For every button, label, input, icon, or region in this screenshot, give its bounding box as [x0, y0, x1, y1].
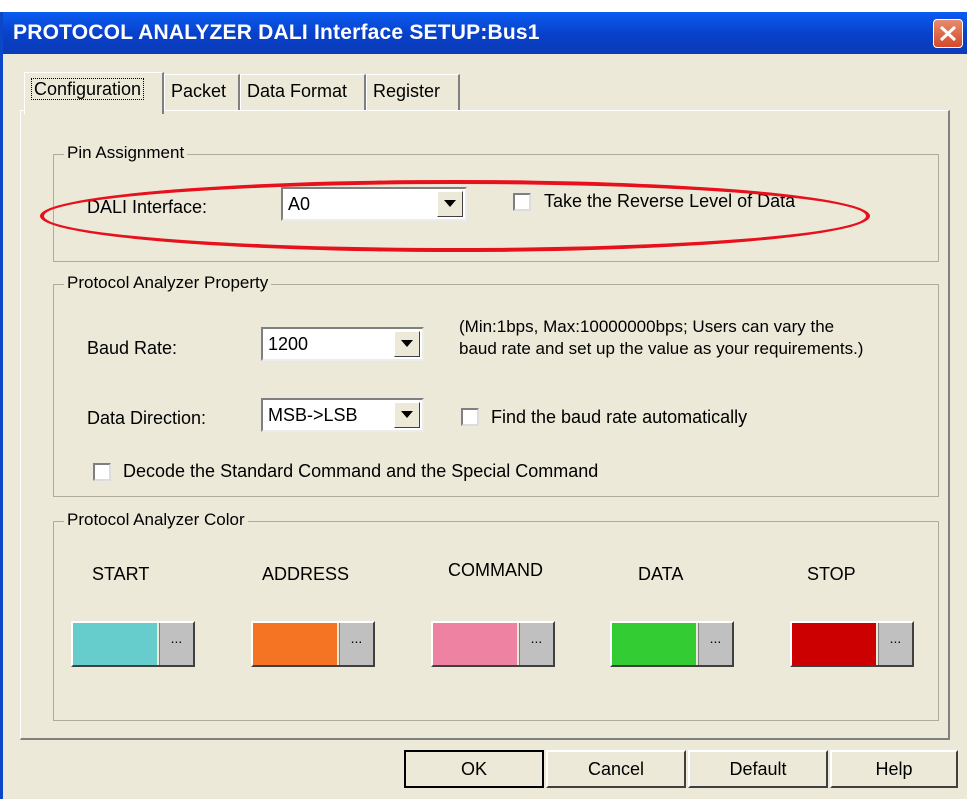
ok-button[interactable]: OK: [404, 750, 544, 788]
baud-rate-value: 1200: [268, 334, 309, 354]
tab-configuration[interactable]: Configuration: [24, 72, 164, 114]
color-label-stop: STOP: [807, 564, 856, 584]
data-direction-label: Data Direction:: [87, 408, 207, 428]
default-button[interactable]: Default: [688, 750, 828, 788]
baud-rate-dropdown-button[interactable]: [394, 331, 420, 357]
baud-rate-note-line2: baud rate and set up the value as your r…: [459, 339, 864, 358]
tab-data-format-label: Data Format: [247, 81, 348, 101]
tab-register-label: Register: [373, 81, 441, 101]
color-label-command: COMMAND: [448, 560, 543, 580]
chevron-down-icon: [444, 200, 456, 207]
start-color-swatch: [73, 623, 157, 665]
tab-packet-label: Packet: [171, 81, 227, 101]
data-color-button[interactable]: ...: [610, 621, 734, 667]
tab-configuration-label: Configuration: [31, 78, 145, 100]
color-label-start: START: [92, 564, 150, 584]
find-baud-checkbox[interactable]: [461, 408, 479, 426]
dali-interface-dropdown-button[interactable]: [437, 191, 463, 217]
dali-interface-label: DALI Interface:: [87, 197, 208, 217]
pin-assignment-group-label: Pin Assignment: [64, 143, 188, 163]
chevron-down-icon: [401, 411, 413, 418]
help-button[interactable]: Help: [830, 750, 958, 788]
baud-rate-note-line1: (Min:1bps, Max:10000000bps; Users can va…: [459, 317, 835, 336]
pin-assignment-group: Pin Assignment DALI Interface: A0 Take t…: [53, 143, 939, 262]
start-color-button[interactable]: ...: [71, 621, 195, 667]
cancel-button[interactable]: Cancel: [546, 750, 686, 788]
analyzer-property-group: Protocol Analyzer Property Baud Rate: 12…: [53, 273, 939, 497]
stop-color-swatch: [792, 623, 876, 665]
address-color-button[interactable]: ...: [251, 621, 375, 667]
window-title: PROTOCOL ANALYZER DALI Interface SETUP:B…: [13, 21, 540, 44]
address-color-swatch: [253, 623, 337, 665]
data-direction-select[interactable]: MSB->LSB: [261, 398, 424, 432]
data-direction-dropdown-button[interactable]: [394, 402, 420, 428]
address-color-more-button[interactable]: ...: [339, 623, 373, 665]
reverse-level-label[interactable]: Take the Reverse Level of Data: [544, 191, 795, 212]
title-bar[interactable]: PROTOCOL ANALYZER DALI Interface SETUP:B…: [3, 12, 967, 54]
tab-data-format[interactable]: Data Format: [240, 74, 366, 110]
analyzer-color-group: Protocol Analyzer Color START ADDRESS CO…: [53, 510, 939, 721]
analyzer-property-group-label: Protocol Analyzer Property: [64, 273, 272, 293]
color-label-address: ADDRESS: [262, 564, 350, 584]
color-label-data: DATA: [638, 564, 684, 584]
stop-color-more-button[interactable]: ...: [878, 623, 912, 665]
find-baud-label[interactable]: Find the baud rate automatically: [491, 407, 747, 428]
dali-interface-value: A0: [288, 194, 311, 214]
tab-register[interactable]: Register: [366, 74, 460, 110]
reverse-level-checkbox[interactable]: [513, 193, 531, 211]
data-direction-value: MSB->LSB: [268, 405, 358, 425]
configuration-panel: Pin Assignment DALI Interface: A0 Take t…: [20, 110, 950, 740]
command-color-swatch: [433, 623, 517, 665]
decode-command-label[interactable]: Decode the Standard Command and the Spec…: [123, 461, 598, 482]
command-color-more-button[interactable]: ...: [519, 623, 553, 665]
chevron-down-icon: [401, 340, 413, 347]
stop-color-button[interactable]: ...: [790, 621, 914, 667]
data-color-swatch: [612, 623, 696, 665]
tab-packet[interactable]: Packet: [164, 74, 240, 110]
baud-rate-select[interactable]: 1200: [261, 327, 424, 361]
decode-command-checkbox[interactable]: [93, 463, 111, 481]
command-color-button[interactable]: ...: [431, 621, 555, 667]
analyzer-color-group-label: Protocol Analyzer Color: [64, 510, 248, 530]
close-icon: [939, 25, 957, 42]
dali-interface-select[interactable]: A0: [281, 187, 467, 221]
baud-rate-label: Baud Rate:: [87, 338, 178, 358]
close-button[interactable]: [933, 19, 963, 48]
dialog-window: PROTOCOL ANALYZER DALI Interface SETUP:B…: [0, 12, 967, 799]
data-color-more-button[interactable]: ...: [698, 623, 732, 665]
start-color-more-button[interactable]: ...: [159, 623, 193, 665]
